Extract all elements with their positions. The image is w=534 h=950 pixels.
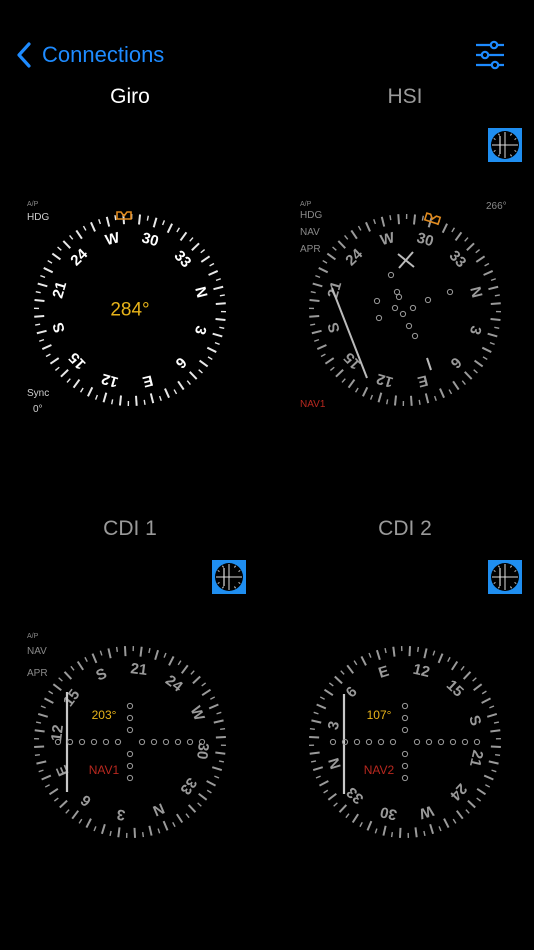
cdi2-instrument-toggle-icon[interactable] <box>488 560 522 594</box>
compass-tick <box>215 735 226 739</box>
compass-tick <box>34 729 45 733</box>
cdi2-title[interactable]: CDI 2 <box>305 517 505 541</box>
compass-tick <box>135 395 138 406</box>
heading-readout: 284° <box>110 300 149 321</box>
compass-tick <box>219 294 225 297</box>
compass-tick <box>418 399 421 405</box>
compass-tick <box>215 751 226 755</box>
compass-tick <box>412 214 417 225</box>
compass-tick <box>219 326 225 330</box>
compass-tick <box>34 315 45 318</box>
cdi2-dial: N36E 1215S2124W3033107°NAV2 <box>306 643 504 841</box>
back-button-label: Connections <box>42 42 165 67</box>
giro-compass-dial: N36E1215S2124W 3033284° <box>31 211 229 409</box>
cdi1-ap-label: A/P <box>27 633 39 640</box>
compass-tick <box>34 745 45 749</box>
compass-tick <box>110 399 114 405</box>
compass-tick <box>385 399 389 405</box>
compass-tick <box>494 294 500 297</box>
compass-tick <box>410 395 413 406</box>
compass-tick <box>117 827 121 838</box>
compass-tick <box>408 646 412 657</box>
compass-tick <box>494 326 500 330</box>
sliders-icon[interactable] <box>474 40 506 70</box>
compass-tick <box>141 832 145 838</box>
compass-tick <box>115 646 119 652</box>
compass-tick <box>309 315 320 318</box>
compass-label: 21 <box>130 660 149 679</box>
compass-tick <box>123 646 127 657</box>
compass-tick <box>389 215 392 221</box>
compass-tick <box>490 729 501 733</box>
compass-tick <box>397 214 400 225</box>
compass-tick <box>495 753 501 757</box>
cdi1-instrument-toggle-icon[interactable] <box>212 560 246 594</box>
compass-tick <box>34 753 40 757</box>
compass-tick <box>393 395 398 406</box>
compass-tick <box>416 646 420 652</box>
hsi-dial: N36E1215S2124W 3033 <box>306 211 504 409</box>
compass-tick <box>146 215 150 221</box>
compass-tick <box>35 323 41 326</box>
hsi-title[interactable]: HSI <box>305 85 505 109</box>
compass-tick <box>310 323 316 326</box>
compass-tick <box>34 298 45 303</box>
compass-tick <box>390 832 394 838</box>
compass-tick <box>392 646 396 657</box>
giro-title[interactable]: Giro <box>30 85 230 109</box>
compass-tick <box>490 317 501 322</box>
compass-tick <box>490 745 501 749</box>
hsi-instrument-toggle-icon[interactable] <box>488 128 522 162</box>
compass-tick <box>309 751 320 755</box>
compass-tick <box>35 290 41 294</box>
cdi1-dial: N36E1215S 2124W3033203°NAV1 <box>31 643 229 841</box>
compass-tick <box>309 298 320 303</box>
compass-tick <box>414 827 418 838</box>
nav-source-label: NAV2 <box>364 763 395 777</box>
compass-tick <box>137 214 142 225</box>
giro-ap-label: A/P <box>27 201 39 208</box>
compass-tick <box>421 215 425 221</box>
compass-tick <box>220 727 226 731</box>
chevron-left-icon <box>17 42 31 68</box>
compass-tick <box>215 317 226 322</box>
cdi1-title[interactable]: CDI 1 <box>30 517 230 541</box>
dial-face <box>306 211 504 409</box>
compass-tick <box>309 727 315 731</box>
nav-source-label: NAV1 <box>89 763 120 777</box>
obs-readout: 107° <box>367 708 392 722</box>
compass-tick <box>309 735 320 739</box>
obs-readout: 203° <box>92 708 117 722</box>
compass-tick <box>139 646 143 657</box>
compass-tick <box>118 395 123 406</box>
compass-tick <box>310 290 316 294</box>
compass-tick <box>215 302 226 305</box>
compass-tick <box>133 827 137 838</box>
compass-tick <box>143 399 146 405</box>
hsi-ap-label: A/P <box>300 201 312 208</box>
compass-tick <box>114 215 117 221</box>
compass-tick <box>490 302 501 305</box>
compass-tick <box>398 827 402 838</box>
back-button[interactable]: Connections <box>14 38 164 72</box>
